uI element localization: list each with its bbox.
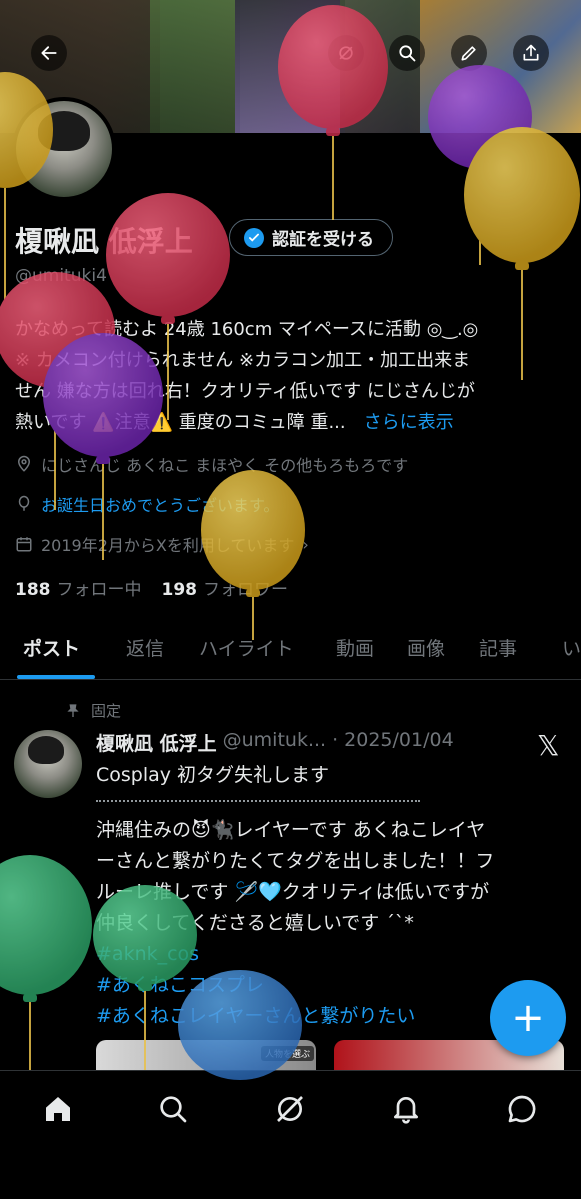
follow-stats: 188 フォロー中 198 フォロワー <box>15 575 288 600</box>
share-icon <box>523 44 539 61</box>
banner-shade <box>150 0 240 133</box>
bio-line: せん 嫌な方は回れ右！クオリティ低いです にじさんじが <box>15 381 475 402</box>
grok-icon <box>277 1096 303 1122</box>
calendar-icon <box>16 537 32 552</box>
tab-highlights[interactable]: ハイライト <box>199 634 294 661</box>
following-count: 188 <box>15 580 51 600</box>
show-more-link[interactable]: さらに表示 <box>364 412 454 433</box>
arrow-left-icon <box>41 46 57 60</box>
get-verified-label: 認証を受ける <box>272 230 374 250</box>
post-title: Cosplay 初タグ失礼します <box>96 764 330 786</box>
post-header: 榎啾凪 低浮上 @umituk... · 2025/01/04 <box>96 729 454 756</box>
post-text-line: 沖縄住みの😈🐈‍⬛レイヤーです あくねこレイヤ <box>96 819 486 841</box>
bio-line: 熱いです ⚠️注意⚠️ 重度のコミュ障 重... <box>15 412 346 433</box>
divider <box>96 800 420 802</box>
following-label: フォロー中 <box>56 580 142 600</box>
followers-link[interactable]: 198 フォロワー <box>162 575 289 600</box>
tab-posts[interactable]: ポスト <box>23 634 80 661</box>
profile-tabs: ポスト 返信 ハイライト 動画 画像 記事 い <box>0 620 581 680</box>
post-text-line: ーさんと繋がりたくてタグを出しました！！フ <box>96 850 495 872</box>
nav-grok[interactable] <box>270 1089 310 1129</box>
location-text: にじさんじ あくねこ まほやく その他もろもろです <box>41 456 409 475</box>
joined-row[interactable]: 2019年2月からXを利用しています › <box>15 532 309 556</box>
balloon-green <box>0 855 92 1070</box>
bio-line-last: 熱いです ⚠️注意⚠️ 重度のコミュ障 重... さらに表示 <box>15 407 567 438</box>
profile-avatar[interactable] <box>12 97 116 201</box>
hashtag-link[interactable]: #aknk_cos <box>96 939 566 970</box>
get-verified-button[interactable]: 認証を受ける <box>229 219 393 256</box>
balloon-icon <box>18 495 30 511</box>
compose-button[interactable]: + <box>490 980 566 1056</box>
following-link[interactable]: 188 フォロー中 <box>15 575 142 600</box>
profile-bio: かなめって読むよ 24歳 160cm マイペースに活動 ◎‿.◎ ※ カメコン付… <box>15 314 567 438</box>
post-author-avatar[interactable] <box>14 730 82 798</box>
post-author-name[interactable]: 榎啾凪 低浮上 <box>96 729 217 756</box>
chevron-right-icon: › <box>302 534 309 554</box>
tab-replies[interactable]: 返信 <box>126 634 164 661</box>
edit-button[interactable] <box>451 35 487 71</box>
media-badge: 人物を選ぶ <box>261 1046 315 1061</box>
nav-explore[interactable] <box>153 1089 193 1129</box>
grok-button[interactable] <box>328 35 364 71</box>
tab-videos[interactable]: 動画 <box>336 634 374 661</box>
pinned-label: 固定 <box>91 702 122 720</box>
pin-icon <box>67 703 79 717</box>
nav-home[interactable] <box>38 1089 78 1129</box>
bottom-navigation <box>0 1070 581 1199</box>
profile-name: 榎啾凪 低浮上 <box>15 225 193 258</box>
back-button[interactable] <box>31 35 67 71</box>
location-pin-icon <box>17 455 31 472</box>
search-icon <box>399 45 416 62</box>
chat-bubble-icon <box>508 1095 536 1123</box>
joined-text: 2019年2月からXを利用しています <box>41 536 295 555</box>
post-author-handle[interactable]: @umituk... <box>223 729 326 756</box>
home-icon <box>46 1097 70 1121</box>
x-logo-icon: 𝕏 <box>537 729 560 762</box>
post-text-line: ルーレ推しです 🪡🩵クオリティは低いですが <box>96 881 490 903</box>
location-row: にじさんじ あくねこ まほやく その他もろもろです <box>15 452 408 476</box>
verified-badge-icon <box>244 227 264 248</box>
pencil-icon <box>461 46 476 61</box>
followers-label: フォロワー <box>203 580 288 600</box>
tab-articles[interactable]: 記事 <box>479 634 517 661</box>
bio-line: ※ カメコン付けられません ※カラコン加工・加工出来ま <box>15 350 471 371</box>
tab-images[interactable]: 画像 <box>407 634 445 661</box>
tab-likes[interactable]: い <box>562 634 581 661</box>
followers-count: 198 <box>161 580 198 600</box>
nav-messages[interactable] <box>502 1089 542 1129</box>
birthday-row: お誕生日おめでとうございます。 <box>15 492 279 516</box>
search-button[interactable] <box>389 35 425 71</box>
post-text-line: 仲良くしてくださると嬉しいです ´`* <box>96 912 414 934</box>
share-button[interactable] <box>513 35 549 71</box>
birthday-text[interactable]: お誕生日おめでとうございます。 <box>41 492 279 516</box>
search-icon <box>160 1096 187 1123</box>
profile-handle: @umituki4 <box>15 266 107 286</box>
post-media-image[interactable]: 人物を選ぶ <box>96 1040 316 1070</box>
bell-icon <box>394 1097 418 1124</box>
banner-shade <box>235 0 345 133</box>
nav-notifications[interactable] <box>386 1089 426 1129</box>
grok-icon <box>339 46 353 60</box>
pinned-label-row: 固定 <box>65 700 121 721</box>
bio-line: かなめって読むよ 24歳 160cm マイペースに活動 ◎‿.◎ <box>15 319 479 340</box>
post-date: · 2025/01/04 <box>332 729 454 751</box>
banner-shade <box>420 0 581 133</box>
active-tab-indicator <box>17 675 95 679</box>
